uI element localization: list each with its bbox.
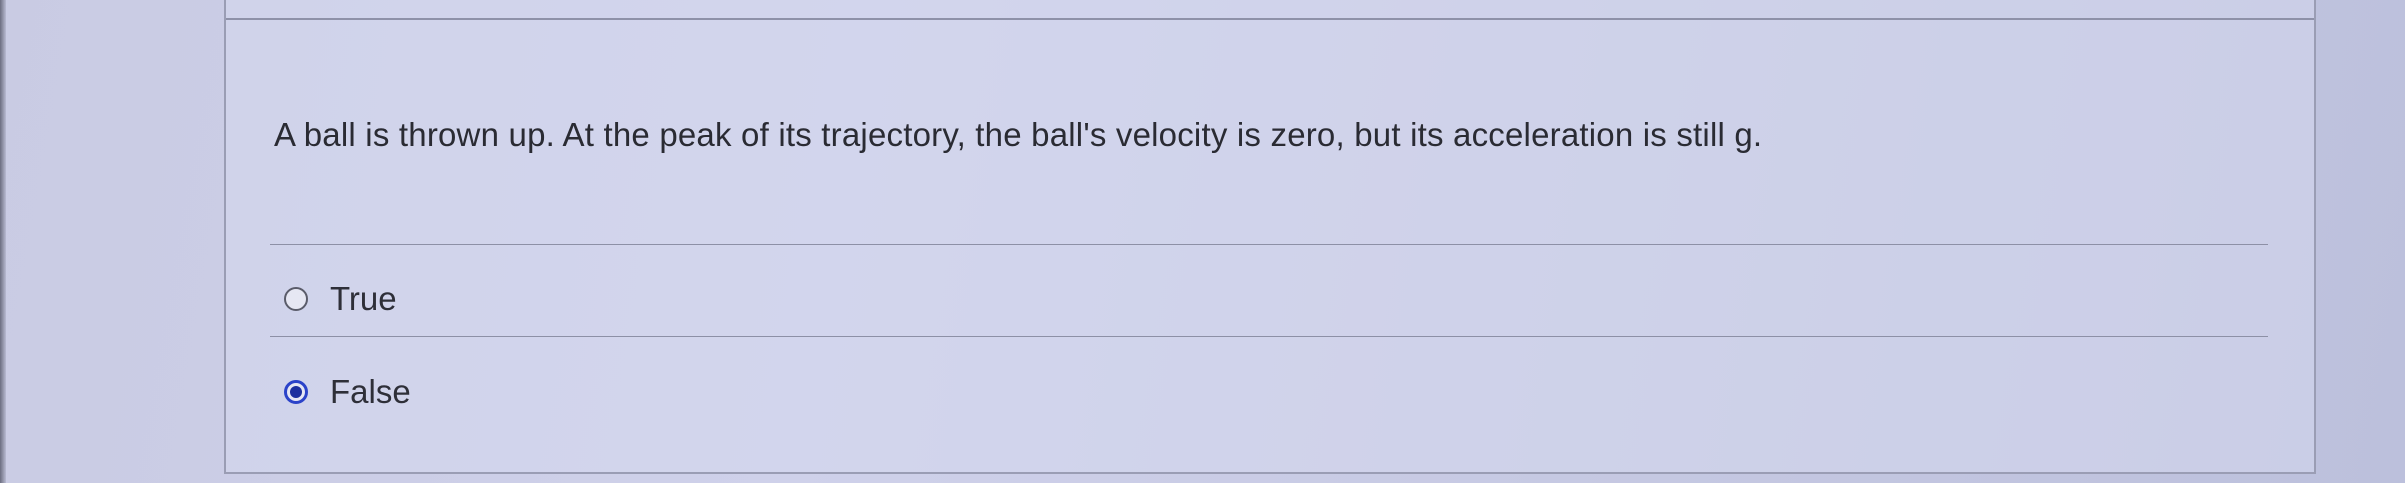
divider [270, 244, 2268, 245]
question-card: A ball is thrown up. At the peak of its … [224, 0, 2316, 474]
card-top-border [226, 18, 2314, 20]
divider [270, 336, 2268, 337]
option-true[interactable]: True [284, 280, 397, 318]
quiz-page: A ball is thrown up. At the peak of its … [0, 0, 2405, 483]
window-edge [0, 0, 6, 483]
option-true-label: True [330, 280, 397, 317]
option-false-label: False [330, 373, 411, 410]
radio-true[interactable] [284, 287, 308, 311]
question-text: A ball is thrown up. At the peak of its … [274, 116, 1763, 153]
option-false[interactable]: False [284, 373, 411, 411]
radio-false-selected[interactable] [284, 380, 308, 404]
